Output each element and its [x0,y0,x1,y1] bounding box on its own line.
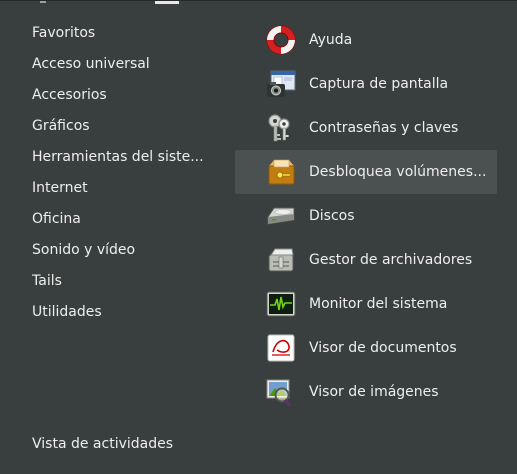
app-item-gestor-de-archivadores[interactable]: Gestor de archivadores [235,238,497,282]
top-edge-mark [40,1,46,3]
app-label: Visor de documentos [309,340,457,356]
category-list: Favoritos Acceso universal Accesorios Gr… [32,18,222,328]
screenshot-camera-icon [264,67,298,101]
disks-icon [264,199,298,233]
unlock-volume-icon [264,155,298,189]
app-label: Discos [309,208,355,224]
document-viewer-icon [264,331,298,365]
app-label: Visor de imágenes [309,384,439,400]
app-item-contrasenas-y-claves[interactable]: Contraseñas y claves [235,106,497,150]
app-label: Ayuda [309,32,353,48]
app-item-desbloquea-volumenes[interactable]: Desbloquea volúmenes... [235,150,497,194]
app-label: Monitor del sistema [309,296,448,312]
app-item-ayuda[interactable]: Ayuda [235,18,497,62]
app-item-captura-de-pantalla[interactable]: Captura de pantalla [235,62,497,106]
menu-pointer [155,1,179,4]
category-accesorios[interactable]: Accesorios [32,80,222,111]
category-oficina[interactable]: Oficina [32,204,222,235]
app-list: Ayuda Captura de pantalla Contraseñas y … [235,18,497,414]
app-label: Contraseñas y claves [309,120,459,136]
lifebuoy-icon [264,23,298,57]
app-label: Desbloquea volúmenes... [309,164,487,180]
archive-manager-icon [264,243,298,277]
category-internet[interactable]: Internet [32,173,222,204]
image-viewer-icon [264,375,298,409]
category-favoritos[interactable]: Favoritos [32,18,222,49]
category-graficos[interactable]: Gráficos [32,111,222,142]
app-label: Captura de pantalla [309,76,449,92]
keys-icon [264,111,298,145]
applications-menu: Favoritos Acceso universal Accesorios Gr… [0,0,517,474]
category-herramientas-del-sistema[interactable]: Herramientas del siste... [32,142,222,173]
app-item-discos[interactable]: Discos [235,194,497,238]
category-acceso-universal[interactable]: Acceso universal [32,49,222,80]
category-tails[interactable]: Tails [32,266,222,297]
app-item-visor-de-imagenes[interactable]: Visor de imágenes [235,370,497,414]
system-monitor-icon [264,287,298,321]
category-utilidades[interactable]: Utilidades [32,297,222,328]
app-label: Gestor de archivadores [309,252,473,268]
activities-overview-item[interactable]: Vista de actividades [32,429,173,460]
app-item-visor-de-documentos[interactable]: Visor de documentos [235,326,497,370]
category-sonido-y-video[interactable]: Sonido y vídeo [32,235,222,266]
app-item-monitor-del-sistema[interactable]: Monitor del sistema [235,282,497,326]
